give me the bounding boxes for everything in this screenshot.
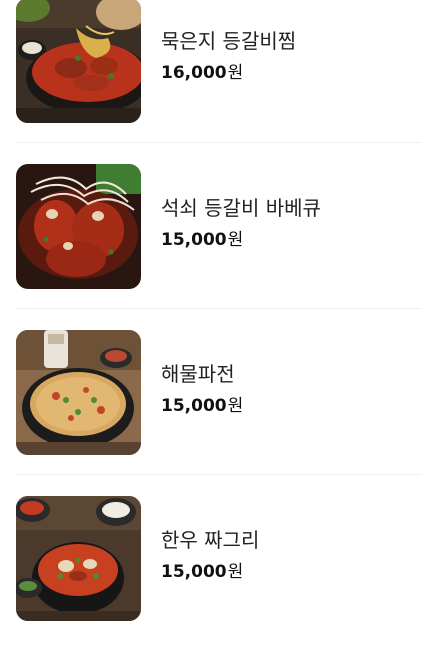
braised-ribs-kimchi-photo xyxy=(16,0,141,123)
hanwoo-stew-photo xyxy=(16,496,141,621)
menu-item[interactable]: 묵은지 등갈비찜 16,000원 xyxy=(0,0,422,164)
menu-item[interactable]: 석쇠 등갈비 바베큐 15,000원 xyxy=(0,164,422,330)
menu-item-name: 한우 짜그리 xyxy=(161,528,260,552)
menu-item-image[interactable] xyxy=(16,0,141,123)
price-value: 15,000 xyxy=(161,396,227,416)
price-currency: 원 xyxy=(227,230,244,250)
menu-item-name: 석쇠 등갈비 바베큐 xyxy=(161,196,321,220)
price-currency: 원 xyxy=(227,63,244,83)
menu-list: 묵은지 등갈비찜 16,000원 석쇠 등갈비 바베큐 15,000원 해물파전… xyxy=(0,0,422,629)
price-currency: 원 xyxy=(227,396,244,416)
divider xyxy=(16,142,422,143)
divider xyxy=(16,308,422,309)
menu-item-price: 15,000원 xyxy=(161,560,243,584)
seafood-pancake-photo xyxy=(16,330,141,455)
price-value: 16,000 xyxy=(161,63,227,83)
menu-item-image[interactable] xyxy=(16,330,141,455)
menu-item-name: 묵은지 등갈비찜 xyxy=(161,29,297,53)
grilled-ribs-bbq-photo xyxy=(16,164,141,289)
menu-item-price: 15,000원 xyxy=(161,394,243,418)
menu-item-price: 15,000원 xyxy=(161,228,243,252)
menu-item[interactable]: 한우 짜그리 15,000원 xyxy=(0,496,422,662)
menu-item-image[interactable] xyxy=(16,164,141,289)
price-value: 15,000 xyxy=(161,230,227,250)
menu-item-price: 16,000원 xyxy=(161,61,243,85)
menu-item[interactable]: 해물파전 15,000원 xyxy=(0,330,422,496)
divider xyxy=(16,474,422,475)
price-value: 15,000 xyxy=(161,562,227,582)
price-currency: 원 xyxy=(227,562,244,582)
menu-item-name: 해물파전 xyxy=(161,362,235,386)
menu-item-image[interactable] xyxy=(16,496,141,621)
